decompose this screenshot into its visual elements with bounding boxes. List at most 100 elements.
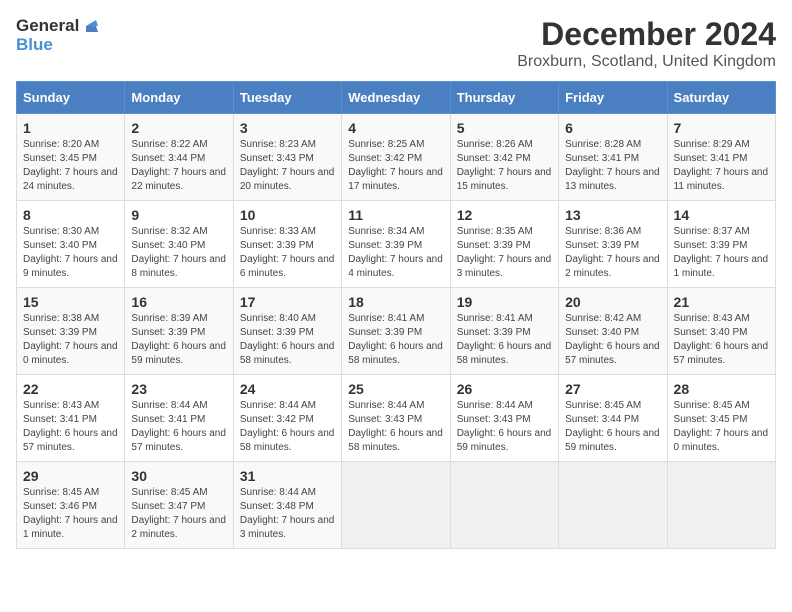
calendar-cell	[667, 462, 775, 549]
calendar-cell: 5Sunrise: 8:26 AM Sunset: 3:42 PM Daylig…	[450, 114, 558, 201]
day-number: 27	[565, 381, 660, 397]
day-number: 26	[457, 381, 552, 397]
day-info: Sunrise: 8:39 AM Sunset: 3:39 PM Dayligh…	[131, 312, 226, 368]
calendar-cell: 23 Sunrise: 8:44 AM Sunset: 3:41 PM Dayli…	[125, 375, 233, 462]
day-number: 16	[131, 294, 226, 310]
calendar-header-monday: Monday	[125, 82, 233, 114]
logo-general-text: General	[16, 17, 79, 36]
calendar-cell: 17 Sunrise: 8:40 AM Sunset: 3:39 PM Dayli…	[233, 288, 341, 375]
calendar-header-wednesday: Wednesday	[342, 82, 450, 114]
calendar-table: SundayMondayTuesdayWednesdayThursdayFrid…	[16, 81, 776, 549]
calendar-cell: 18Sunrise: 8:41 AM Sunset: 3:39 PM Dayli…	[342, 288, 450, 375]
day-info: Sunrise: 8:44 AM Sunset: 3:43 PM Dayligh…	[457, 399, 552, 455]
day-info: Sunrise: 8:37 AM Sunset: 3:39 PM Dayligh…	[674, 225, 769, 281]
day-info: Sunrise: 8:38 AM Sunset: 3:39 PM Dayligh…	[23, 312, 118, 368]
day-number: 20	[565, 294, 660, 310]
day-number: 4	[348, 120, 443, 136]
logo-blue-text: Blue	[16, 36, 100, 55]
calendar-week-3: 15 Sunrise: 8:38 AM Sunset: 3:39 PM Dayli…	[17, 288, 776, 375]
day-number: 11	[348, 207, 443, 223]
day-number: 29	[23, 468, 118, 484]
day-info: Sunrise: 8:43 AM Sunset: 3:41 PM Dayligh…	[23, 399, 118, 455]
day-number: 21	[674, 294, 769, 310]
day-info: Sunrise: 8:45 AM Sunset: 3:47 PM Dayligh…	[131, 486, 226, 542]
calendar-cell: 11 Sunrise: 8:34 AM Sunset: 3:39 PM Dayli…	[342, 201, 450, 288]
day-number: 23	[131, 381, 226, 397]
calendar-cell: 30 Sunrise: 8:45 AM Sunset: 3:47 PM Dayli…	[125, 462, 233, 549]
day-number: 18	[348, 294, 443, 310]
day-info: Sunrise: 8:28 AM Sunset: 3:41 PM Dayligh…	[565, 138, 660, 194]
day-number: 17	[240, 294, 335, 310]
day-info: Sunrise: 8:30 AM Sunset: 3:40 PM Dayligh…	[23, 225, 118, 281]
day-info: Sunrise: 8:45 AM Sunset: 3:44 PM Dayligh…	[565, 399, 660, 455]
calendar-cell: 7 Sunrise: 8:29 AM Sunset: 3:41 PM Daylig…	[667, 114, 775, 201]
day-info: Sunrise: 8:44 AM Sunset: 3:42 PM Dayligh…	[240, 399, 335, 455]
day-number: 30	[131, 468, 226, 484]
calendar-cell: 9 Sunrise: 8:32 AM Sunset: 3:40 PM Daylig…	[125, 201, 233, 288]
day-info: Sunrise: 8:41 AM Sunset: 3:39 PM Dayligh…	[457, 312, 552, 368]
day-number: 2	[131, 120, 226, 136]
calendar-cell	[342, 462, 450, 549]
day-number: 15	[23, 294, 118, 310]
day-info: Sunrise: 8:25 AM Sunset: 3:42 PM Dayligh…	[348, 138, 443, 194]
day-number: 19	[457, 294, 552, 310]
logo-bird-icon	[82, 16, 100, 36]
calendar-header-tuesday: Tuesday	[233, 82, 341, 114]
day-number: 1	[23, 120, 118, 136]
calendar-week-5: 29 Sunrise: 8:45 AM Sunset: 3:46 PM Dayli…	[17, 462, 776, 549]
calendar-cell: 26 Sunrise: 8:44 AM Sunset: 3:43 PM Dayli…	[450, 375, 558, 462]
day-number: 6	[565, 120, 660, 136]
day-number: 3	[240, 120, 335, 136]
calendar-cell: 1 Sunrise: 8:20 AM Sunset: 3:45 PM Daylig…	[17, 114, 125, 201]
main-title: December 2024	[517, 16, 776, 53]
day-number: 8	[23, 207, 118, 223]
day-info: Sunrise: 8:22 AM Sunset: 3:44 PM Dayligh…	[131, 138, 226, 194]
calendar-cell: 16 Sunrise: 8:39 AM Sunset: 3:39 PM Dayli…	[125, 288, 233, 375]
calendar-header-saturday: Saturday	[667, 82, 775, 114]
calendar-cell: 25Sunrise: 8:44 AM Sunset: 3:43 PM Dayli…	[342, 375, 450, 462]
calendar-cell: 22 Sunrise: 8:43 AM Sunset: 3:41 PM Dayli…	[17, 375, 125, 462]
day-info: Sunrise: 8:40 AM Sunset: 3:39 PM Dayligh…	[240, 312, 335, 368]
day-info: Sunrise: 8:44 AM Sunset: 3:41 PM Dayligh…	[131, 399, 226, 455]
day-info: Sunrise: 8:29 AM Sunset: 3:41 PM Dayligh…	[674, 138, 769, 194]
calendar-cell: 3Sunrise: 8:23 AM Sunset: 3:43 PM Daylig…	[233, 114, 341, 201]
calendar-week-1: 1 Sunrise: 8:20 AM Sunset: 3:45 PM Daylig…	[17, 114, 776, 201]
calendar-cell: 14 Sunrise: 8:37 AM Sunset: 3:39 PM Dayli…	[667, 201, 775, 288]
calendar-cell: 12Sunrise: 8:35 AM Sunset: 3:39 PM Dayli…	[450, 201, 558, 288]
day-info: Sunrise: 8:44 AM Sunset: 3:43 PM Dayligh…	[348, 399, 443, 455]
calendar-header-sunday: Sunday	[17, 82, 125, 114]
calendar-cell	[559, 462, 667, 549]
day-info: Sunrise: 8:20 AM Sunset: 3:45 PM Dayligh…	[23, 138, 118, 194]
calendar-header-friday: Friday	[559, 82, 667, 114]
title-area: December 2024 Broxburn, Scotland, United…	[517, 16, 776, 71]
day-number: 7	[674, 120, 769, 136]
calendar-cell: 8 Sunrise: 8:30 AM Sunset: 3:40 PM Daylig…	[17, 201, 125, 288]
calendar-header-thursday: Thursday	[450, 82, 558, 114]
calendar-cell: 4 Sunrise: 8:25 AM Sunset: 3:42 PM Daylig…	[342, 114, 450, 201]
day-number: 5	[457, 120, 552, 136]
day-number: 22	[23, 381, 118, 397]
day-number: 9	[131, 207, 226, 223]
calendar-cell: 2 Sunrise: 8:22 AM Sunset: 3:44 PM Daylig…	[125, 114, 233, 201]
calendar-cell: 19 Sunrise: 8:41 AM Sunset: 3:39 PM Dayli…	[450, 288, 558, 375]
calendar-cell: 21 Sunrise: 8:43 AM Sunset: 3:40 PM Dayli…	[667, 288, 775, 375]
day-number: 31	[240, 468, 335, 484]
day-info: Sunrise: 8:32 AM Sunset: 3:40 PM Dayligh…	[131, 225, 226, 281]
calendar-cell: 28Sunrise: 8:45 AM Sunset: 3:45 PM Dayli…	[667, 375, 775, 462]
day-info: Sunrise: 8:35 AM Sunset: 3:39 PM Dayligh…	[457, 225, 552, 281]
day-info: Sunrise: 8:34 AM Sunset: 3:39 PM Dayligh…	[348, 225, 443, 281]
day-info: Sunrise: 8:33 AM Sunset: 3:39 PM Dayligh…	[240, 225, 335, 281]
day-info: Sunrise: 8:45 AM Sunset: 3:46 PM Dayligh…	[23, 486, 118, 542]
day-number: 13	[565, 207, 660, 223]
calendar-cell: 15 Sunrise: 8:38 AM Sunset: 3:39 PM Dayli…	[17, 288, 125, 375]
day-number: 24	[240, 381, 335, 397]
day-info: Sunrise: 8:43 AM Sunset: 3:40 PM Dayligh…	[674, 312, 769, 368]
day-info: Sunrise: 8:45 AM Sunset: 3:45 PM Dayligh…	[674, 399, 769, 455]
day-number: 10	[240, 207, 335, 223]
calendar-week-4: 22 Sunrise: 8:43 AM Sunset: 3:41 PM Dayli…	[17, 375, 776, 462]
calendar-cell: 27 Sunrise: 8:45 AM Sunset: 3:44 PM Dayli…	[559, 375, 667, 462]
calendar-week-2: 8 Sunrise: 8:30 AM Sunset: 3:40 PM Daylig…	[17, 201, 776, 288]
day-number: 14	[674, 207, 769, 223]
calendar-cell: 31Sunrise: 8:44 AM Sunset: 3:48 PM Dayli…	[233, 462, 341, 549]
calendar-cell: 20Sunrise: 8:42 AM Sunset: 3:40 PM Dayli…	[559, 288, 667, 375]
